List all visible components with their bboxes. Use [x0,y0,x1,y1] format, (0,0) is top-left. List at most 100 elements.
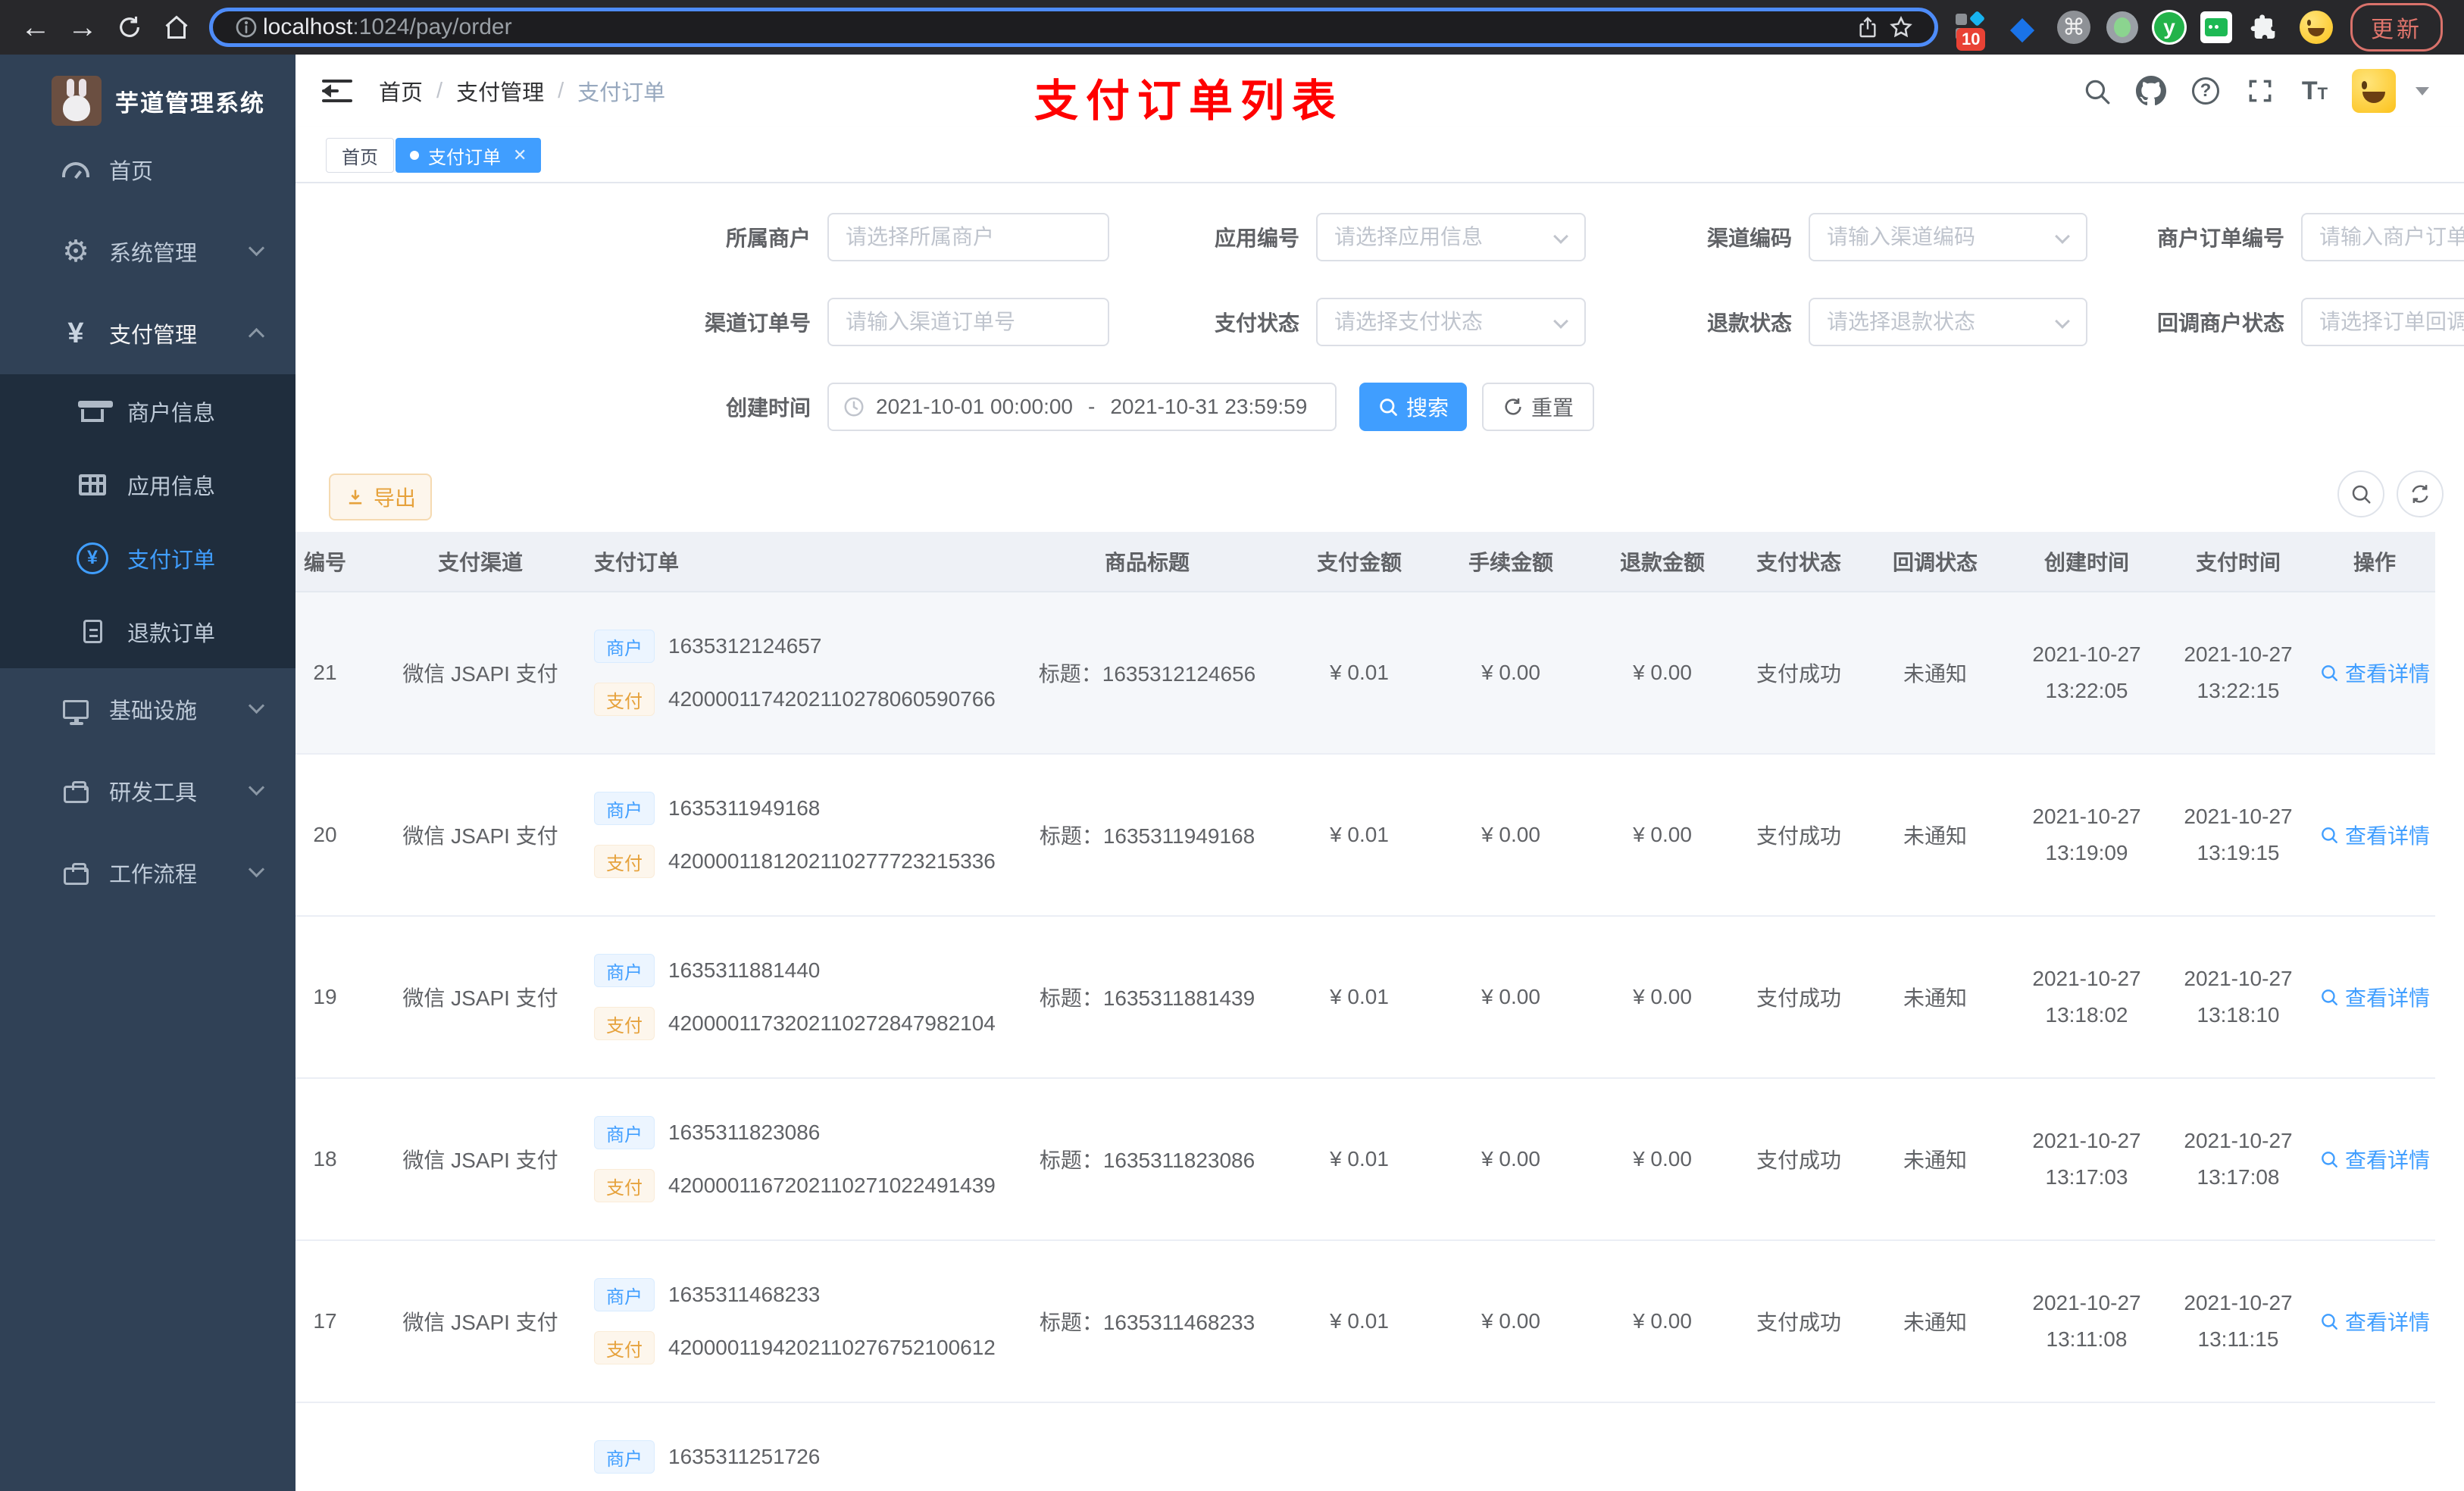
tab-pay-order[interactable]: 支付订单 ✕ [396,138,542,173]
notify-status: 未通知 [1903,1311,1967,1334]
paid-time-cell [2162,1476,2314,1491]
pay-channel: 微信 JSAPI 支付 [402,662,558,686]
pay-amount: ¥ 0.01 [1330,985,1389,1008]
browser-menu-icon[interactable]: ⋮ [2453,11,2464,45]
user-menu-caret-icon[interactable] [2416,87,2429,102]
profile-avatar-icon[interactable] [2297,8,2335,46]
toolbox-icon [59,779,92,803]
breadcrumb-pay-mgmt[interactable]: 支付管理 [456,75,544,107]
notify-status-select-input[interactable] [2319,310,2464,334]
merchant-order-no-input[interactable] [2319,225,2464,249]
order-id: 19 [313,985,337,1008]
site-info-icon[interactable] [230,11,263,44]
view-detail-link[interactable]: 查看详情 [2319,820,2430,850]
breadcrumb-home[interactable]: 首页 [379,75,423,107]
sidebar-item-pay-order[interactable]: ¥ 支付订单 [0,521,295,595]
refund-amount: ¥ 0.00 [1633,661,1692,684]
extension-kite-icon[interactable]: ◆ [2003,8,2041,46]
search-button[interactable]: 搜索 [1359,383,1467,431]
actions-cell: 查看详情 [2314,1306,2435,1336]
orders-table: 编号 支付渠道 支付订单 商品标题 支付金额 手续金额 退款金额 支付状态 回调… [295,532,2435,1491]
extension-command-icon[interactable]: ⌘ [2055,8,2093,46]
extension-y-icon[interactable]: y [2152,10,2187,45]
fee-amount: ¥ 0.00 [1481,985,1540,1008]
date-range-input[interactable]: 2021-10-01 00:00:00 - 2021-10-31 23:59:5… [827,383,1337,431]
yen-icon: ¥ [67,317,84,349]
search-icon [2322,827,2337,843]
pay-amount: ¥ 0.01 [1330,661,1389,684]
sidebar-item-system[interactable]: ⚙ 系统管理 [0,211,295,292]
created-time-cell: 2021-10-27 13:17:03 [2032,1130,2141,1188]
workflow-icon [59,861,92,885]
view-detail-link[interactable]: 查看详情 [2319,1306,2430,1336]
sidebar-menu: 首页 ⚙ 系统管理 ¥ 支付管理 商户信息 应用信息 ¥ 支付订单 退款订单 基… [0,129,295,914]
pay-order-line: 支付 4200001194202110276752100612 [594,1331,996,1364]
extension-record-icon[interactable] [2106,11,2138,43]
github-icon[interactable] [2134,73,2169,108]
chevron-down-icon [248,697,265,714]
sidebar-item-infrastructure[interactable]: 基础设施 [0,668,295,750]
tab-home[interactable]: 首页 [326,138,394,173]
pay-order-line: 支付 4200001167202110271022491439 [594,1169,996,1202]
reload-icon[interactable] [106,5,153,50]
bookmark-star-icon[interactable] [1884,11,1918,44]
sidebar-item-workflow[interactable]: 工作流程 [0,832,295,914]
product-title: 标题：1635311949168 [1039,824,1255,848]
filter-channel-code: 渠道编码 [1625,213,2087,261]
sidebar-item-dev-tools[interactable]: 研发工具 [0,750,295,832]
refund-amount: ¥ 0.00 [1633,985,1692,1008]
pay-order-no: 4200001174202110278060590766 [668,687,996,711]
extensions-puzzle-icon[interactable] [2246,8,2284,46]
view-detail-link[interactable]: 查看详情 [2319,982,2430,1012]
export-button[interactable]: 导出 [329,474,432,520]
table-row: 商户 1635311251726 支付 查看详情 [295,1403,2435,1491]
pay-status-select-input[interactable] [1334,310,1568,334]
home-icon[interactable] [153,5,200,50]
col-pay-order: 支付订单 [594,551,680,574]
refresh-table-button[interactable] [2397,470,2444,517]
sidebar-item-refund-order[interactable]: 退款订单 [0,595,295,668]
search-icon[interactable] [2079,73,2114,108]
share-icon[interactable] [1851,11,1884,44]
collapse-sidebar-icon[interactable] [322,80,352,102]
chrome-update-button[interactable]: 更新 [2350,3,2443,52]
merchant-tag: 商户 [594,1440,655,1474]
forward-icon[interactable]: → [59,5,106,50]
user-avatar[interactable] [2352,69,2396,113]
created-time-cell: 2021-10-27 13:11:08 [2032,1293,2141,1350]
sidebar-item-payment[interactable]: ¥ 支付管理 [0,292,295,374]
sidebar-item-merchant-info[interactable]: 商户信息 [0,374,295,448]
channel-order-no-input[interactable] [846,310,1091,334]
order-id: 18 [313,1147,337,1171]
pay-order-no: 4200001194202110276752100612 [668,1336,996,1359]
show-search-toggle-button[interactable] [2337,470,2384,517]
refund-status-select-input[interactable] [1827,310,2069,334]
extension-chat-icon[interactable] [2200,11,2232,43]
view-detail-link[interactable]: 查看详情 [2319,1144,2430,1174]
back-icon[interactable]: ← [12,5,59,50]
merchant-order-line: 商户 1635311251726 [594,1440,820,1474]
fee-amount: ¥ 0.00 [1481,823,1540,846]
merchant-select-input[interactable] [846,225,1091,249]
extension-badge: 10 [1956,28,1986,51]
pay-order-cell: 商户 1635311251726 支付 [579,1440,1011,1491]
breadcrumb: 首页 / 支付管理 / 支付订单 [379,55,665,127]
dashboard-icon [59,162,92,177]
fullscreen-icon[interactable] [2243,73,2278,108]
url-host: localhost [263,14,353,39]
address-bar[interactable]: localhost:1024/pay/order [209,8,1938,47]
search-icon [2322,665,2337,681]
channel-code-select-input[interactable] [1827,225,2069,249]
pay-order-no: 4200001181202110277723215336 [668,849,996,873]
font-size-icon[interactable]: TT [2297,73,2332,108]
app-id-select-input[interactable] [1334,225,1568,249]
reset-button[interactable]: 重置 [1482,383,1594,431]
extension-grid-icon[interactable]: 10 [1952,8,1990,51]
help-icon[interactable]: ? [2188,73,2223,108]
view-detail-link[interactable]: 查看详情 [2319,658,2430,688]
notify-status: 未通知 [1903,824,1967,848]
actions-cell: 查看详情 [2314,658,2435,688]
sidebar-item-home[interactable]: 首页 [0,129,295,211]
sidebar-item-app-info[interactable]: 应用信息 [0,448,295,521]
close-tab-icon[interactable]: ✕ [513,145,527,165]
